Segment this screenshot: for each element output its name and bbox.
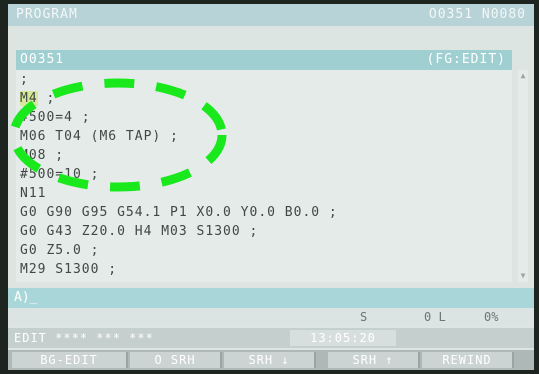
scroll-down-arrow-icon[interactable]: ▼ (519, 272, 527, 280)
program-header: O0351 (FG:EDIT) (16, 50, 512, 70)
program-number: O0351 (20, 52, 65, 67)
cnc-screen: PROGRAM O0351 N0080 O0351 (FG:EDIT) ; M4… (8, 4, 534, 370)
edit-mode-tag: (FG:EDIT) (426, 52, 506, 67)
program-line[interactable]: #500=10 ; (20, 166, 99, 183)
program-editor[interactable]: ; M4 ; #500=4 ; M06 T04 (M6 TAP) ; M08 ;… (16, 70, 512, 282)
program-line[interactable]: N11 (20, 185, 46, 202)
title-bar: PROGRAM O0351 N0080 (8, 4, 534, 26)
program-line[interactable]: M29 S1300 ; (20, 261, 117, 278)
program-line[interactable]: #500=4 ; (20, 109, 91, 126)
key-input-line[interactable]: A)_ (8, 288, 534, 308)
program-line[interactable]: ; (20, 71, 29, 88)
program-line[interactable]: M06 T04 (M6 TAP) ; (20, 128, 179, 145)
mode-status-text: EDIT **** *** *** (14, 331, 154, 345)
l-value: 0 L (424, 310, 446, 324)
input-prompt: A)_ (14, 290, 38, 305)
scroll-up-arrow-icon[interactable]: ▲ (519, 72, 527, 80)
softkey-bar: BG-EDIT O SRH SRH ↓ SRH ↑ REWIND (8, 350, 534, 370)
program-line[interactable]: G0 G43 Z20.0 H4 M03 S1300 ; (20, 223, 258, 240)
editor-scrollbar[interactable]: ▲ ▼ (518, 70, 528, 282)
program-line[interactable]: G0 G90 G95 G54.1 P1 X0.0 Y0.0 B0.0 ; (20, 204, 338, 221)
screen-mode-title: PROGRAM (16, 7, 78, 22)
spindle-s-label: S (360, 310, 368, 324)
clock-time: 13:05:20 (290, 330, 396, 346)
softkey-srh-down[interactable]: SRH ↓ (224, 352, 316, 368)
softkey-rewind[interactable]: REWIND (422, 352, 514, 368)
program-line[interactable]: G0 Z5.0 ; (20, 242, 99, 259)
program-line-cursor[interactable]: M4 ; (20, 90, 55, 107)
program-line[interactable]: M08 ; (20, 147, 64, 164)
softkey-srh-up[interactable]: SRH ↑ (328, 352, 420, 368)
mode-status-bar: EDIT **** *** *** 13:05:20 (8, 328, 534, 348)
status-values-row: S 0 L 0% (8, 308, 534, 326)
softkey-o-srh[interactable]: O SRH (130, 352, 222, 368)
program-info: O0351 N0080 (428, 7, 526, 22)
override-percent: 0% (484, 310, 499, 324)
cursor-highlight: M4 (20, 91, 38, 106)
softkey-bg-edit[interactable]: BG-EDIT (12, 352, 128, 368)
